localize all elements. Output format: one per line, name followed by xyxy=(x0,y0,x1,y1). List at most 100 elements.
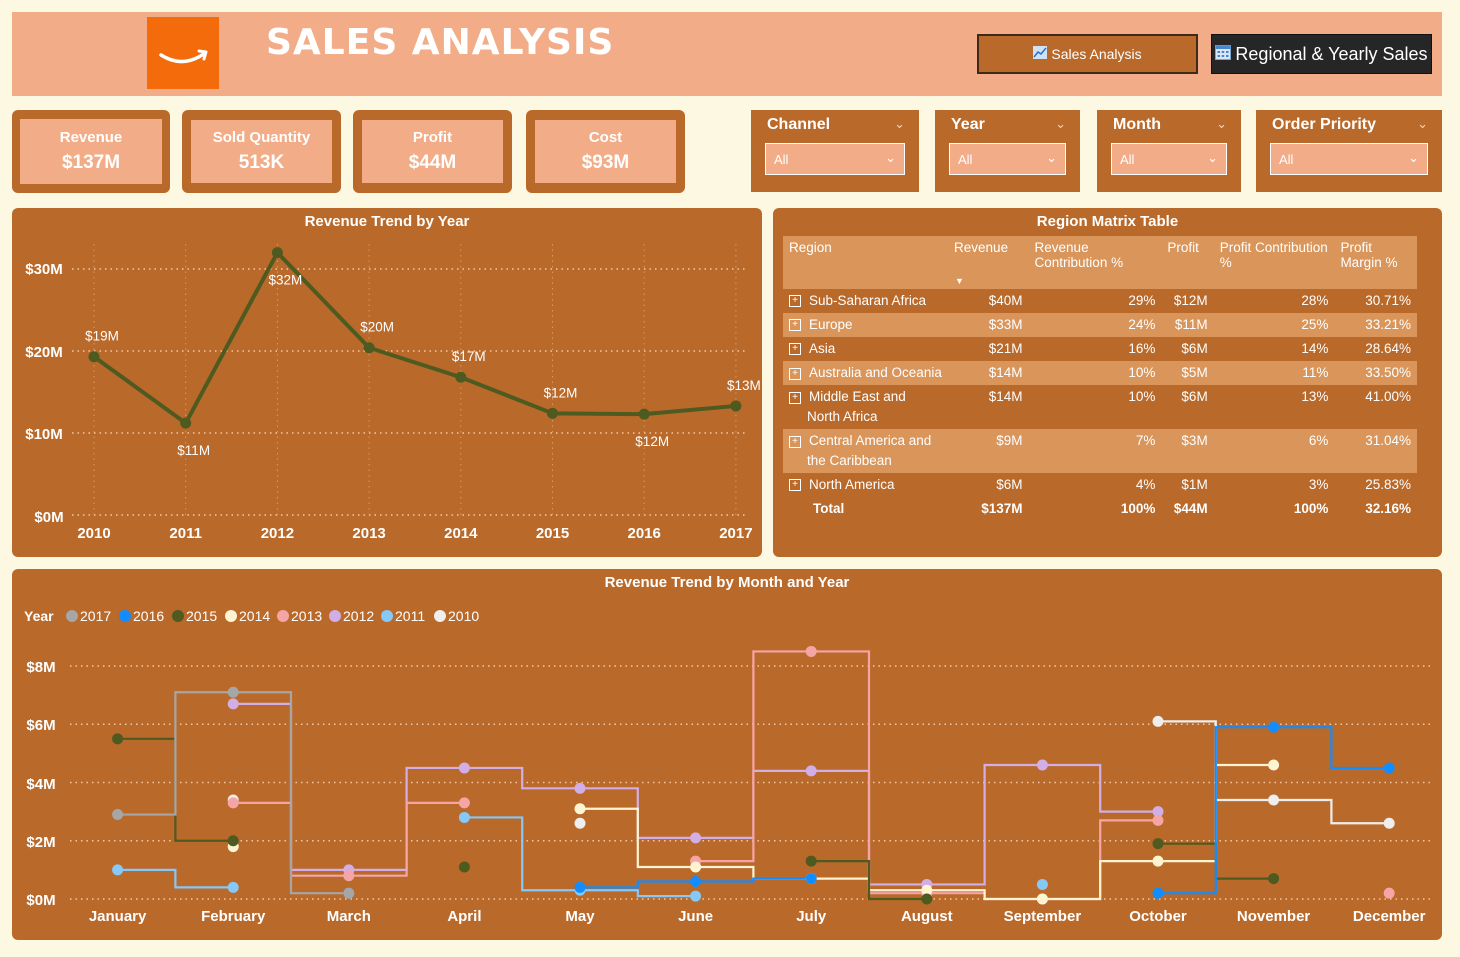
data-point[interactable] xyxy=(363,342,375,354)
data-point-2010[interactable] xyxy=(1383,817,1395,829)
legend-item[interactable]: 2014 xyxy=(239,608,270,624)
data-point-2016[interactable] xyxy=(1152,887,1164,899)
cell-profit-margin: 41.00% xyxy=(1365,389,1411,404)
cell-profit-contribution: 28% xyxy=(1301,293,1329,308)
cell-revenue: $21M xyxy=(988,341,1023,356)
data-point-2013[interactable] xyxy=(1383,887,1395,899)
data-point-2011[interactable] xyxy=(690,890,702,902)
data-point-2010[interactable] xyxy=(574,817,586,829)
data-point-2011[interactable] xyxy=(112,864,124,876)
data-point[interactable] xyxy=(455,371,467,383)
data-point-2016[interactable] xyxy=(574,881,586,893)
collapse-chevron-icon[interactable]: ⌄ xyxy=(894,116,905,132)
total-profit-contribution: 100% xyxy=(1293,501,1329,516)
expand-icon[interactable]: + xyxy=(789,479,801,492)
data-point-2011[interactable] xyxy=(458,811,470,823)
data-point-2017[interactable] xyxy=(227,686,239,698)
column-header-profit-margin[interactable]: Profit Margin % xyxy=(1334,236,1417,289)
expand-icon[interactable]: + xyxy=(789,343,801,356)
order-priority-dropdown[interactable]: All ⌄ xyxy=(1270,143,1428,175)
data-point[interactable] xyxy=(638,408,650,420)
data-point-2013[interactable] xyxy=(343,870,355,882)
x-tick-label: June xyxy=(678,908,713,925)
table-row: + Europe $33M 24% $11M 25% 33.21% xyxy=(783,313,1417,337)
expand-icon[interactable]: + xyxy=(789,436,801,448)
year-dropdown[interactable]: All ⌄ xyxy=(949,143,1066,175)
kpi-card-sold-quantity: Sold Quantity 513K xyxy=(182,110,341,193)
data-point[interactable] xyxy=(271,247,283,259)
legend-item[interactable]: 2012 xyxy=(343,608,374,624)
region-name: Central America and the Caribbean xyxy=(807,433,932,468)
data-point-2014[interactable] xyxy=(690,861,702,873)
data-point-2014[interactable] xyxy=(1152,855,1164,867)
column-header-profit[interactable]: Profit xyxy=(1161,236,1214,289)
expand-icon[interactable]: + xyxy=(789,392,801,404)
data-point-2015[interactable] xyxy=(921,893,933,905)
legend-item[interactable]: 2011 xyxy=(395,608,425,624)
legend-item[interactable]: 2013 xyxy=(291,608,322,624)
data-point[interactable] xyxy=(180,417,192,429)
data-point-2016[interactable] xyxy=(1383,762,1395,774)
data-point-2013[interactable] xyxy=(805,645,817,657)
data-point-2012[interactable] xyxy=(1036,759,1048,771)
dropdown-value: All xyxy=(774,152,789,167)
data-point-2015[interactable] xyxy=(1152,838,1164,850)
data-point-2012[interactable] xyxy=(805,765,817,777)
region-name: Asia xyxy=(809,341,836,356)
data-point-2012[interactable] xyxy=(227,698,239,710)
column-header-profit-contribution[interactable]: Profit Contribution % xyxy=(1213,236,1335,289)
data-point-2017[interactable] xyxy=(343,887,355,899)
collapse-chevron-icon[interactable]: ⌄ xyxy=(1216,116,1227,132)
data-point-2012[interactable] xyxy=(458,762,470,774)
data-point-2015[interactable] xyxy=(805,855,817,867)
data-point-2013[interactable] xyxy=(458,797,470,809)
data-point-2013[interactable] xyxy=(1152,814,1164,826)
data-point-2015[interactable] xyxy=(1268,873,1280,885)
regional-yearly-nav-button[interactable]: Regional & Yearly Sales xyxy=(1211,34,1432,74)
data-point-2014[interactable] xyxy=(574,803,586,815)
data-point-2011[interactable] xyxy=(1036,878,1048,890)
column-header-revenue-contribution[interactable]: Revenue Contribution % xyxy=(1028,236,1162,289)
column-header-label: Profit Margin % xyxy=(1340,240,1398,270)
data-point-2010[interactable] xyxy=(1268,794,1280,806)
data-point-2015[interactable] xyxy=(458,861,470,873)
data-point[interactable] xyxy=(730,400,742,412)
data-point-2015[interactable] xyxy=(112,733,124,745)
data-point[interactable] xyxy=(88,351,100,363)
expand-icon[interactable]: + xyxy=(789,295,801,308)
data-point-2016[interactable] xyxy=(690,876,702,888)
column-header-region[interactable]: Region ▼ xyxy=(783,236,964,289)
data-point-2016[interactable] xyxy=(1268,721,1280,733)
data-point-2015[interactable] xyxy=(227,835,239,847)
cell-profit: $1M xyxy=(1181,477,1208,492)
data-point[interactable] xyxy=(547,407,558,419)
data-label: $32M xyxy=(269,273,303,288)
sales-analysis-nav-button[interactable]: Sales Analysis xyxy=(977,34,1198,74)
data-point-2012[interactable] xyxy=(574,782,586,794)
legend-item[interactable]: 2015 xyxy=(186,608,217,624)
month-dropdown[interactable]: All ⌄ xyxy=(1111,143,1227,175)
channel-dropdown[interactable]: All ⌄ xyxy=(765,143,905,175)
legend-item[interactable]: 2017 xyxy=(80,608,111,624)
expand-icon[interactable]: + xyxy=(789,368,801,380)
data-point-2017[interactable] xyxy=(112,809,124,821)
x-tick-label: November xyxy=(1237,908,1311,925)
expand-icon[interactable]: + xyxy=(789,319,801,332)
data-point-2013[interactable] xyxy=(227,797,239,809)
dropdown-value: All xyxy=(1120,152,1135,167)
collapse-chevron-icon[interactable]: ⌄ xyxy=(1055,116,1066,132)
data-point-2014[interactable] xyxy=(1036,893,1048,905)
data-point-2012[interactable] xyxy=(690,832,702,844)
data-point-2014[interactable] xyxy=(1268,759,1280,771)
legend-item[interactable]: 2010 xyxy=(448,608,479,624)
collapse-chevron-icon[interactable]: ⌄ xyxy=(1417,116,1428,132)
legend-item[interactable]: 2016 xyxy=(133,608,164,624)
cell-profit-margin: 31.04% xyxy=(1334,429,1417,473)
x-tick-label: January xyxy=(89,908,147,925)
data-point-2016[interactable] xyxy=(805,873,817,885)
data-point-2010[interactable] xyxy=(1152,715,1164,727)
data-point-2011[interactable] xyxy=(227,881,239,893)
table-row: + Central America and the Caribbean $9M 7… xyxy=(783,429,1417,473)
x-tick-label: 2016 xyxy=(628,525,661,542)
y-tick-label: $0M xyxy=(26,892,55,909)
